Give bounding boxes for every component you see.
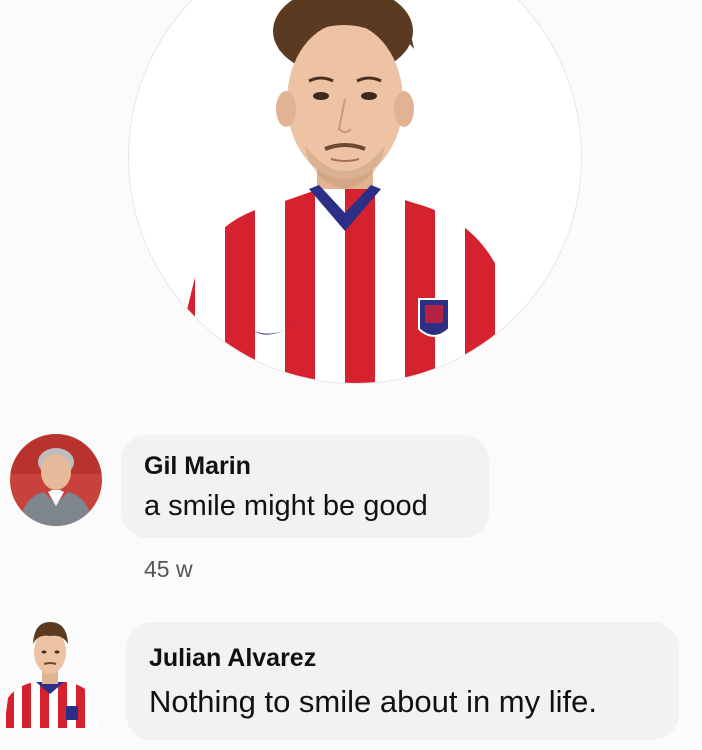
avatar[interactable] (0, 612, 102, 728)
player-photo-icon (129, 0, 581, 383)
profile-photo[interactable] (128, 0, 582, 384)
avatar[interactable] (10, 434, 102, 526)
comment-author[interactable]: Julian Alvarez (149, 644, 316, 673)
comment-author[interactable]: Gil Marin (144, 452, 251, 481)
comment-text: a smile might be good (144, 490, 428, 522)
comment-text: Nothing to smile about in my life. (149, 684, 597, 719)
comment-thread-screen: Gil Marin a smile might be good 45 w Jul… (0, 0, 702, 750)
comment-bubble (126, 622, 679, 740)
comment-timestamp: 45 w (144, 556, 193, 582)
player-avatar-icon (0, 612, 102, 728)
man-in-suit-avatar-icon (10, 434, 102, 526)
